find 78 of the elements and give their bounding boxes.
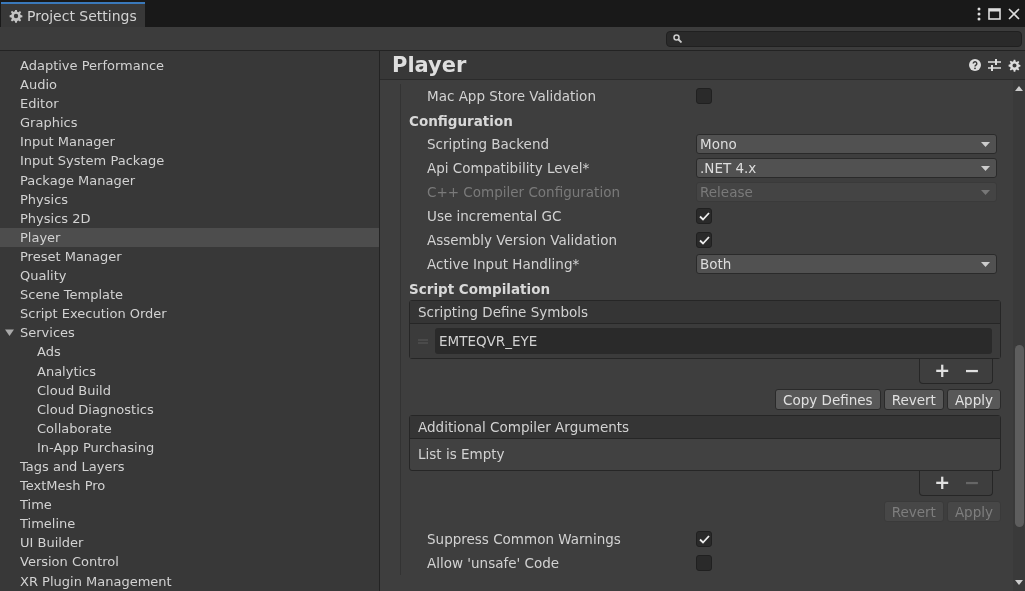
- sidebar-item[interactable]: In-App Purchasing: [0, 437, 379, 457]
- sidebar-item[interactable]: Graphics: [0, 113, 379, 133]
- sidebar-item[interactable]: XR Plugin Management: [0, 571, 379, 591]
- sidebar-item[interactable]: Physics: [0, 189, 379, 209]
- caret-icon: [981, 141, 990, 147]
- scroll-up-icon[interactable]: [1015, 86, 1023, 91]
- sidebar-item[interactable]: Analytics: [0, 361, 379, 381]
- sidebar-item[interactable]: Ads: [0, 342, 379, 362]
- button[interactable]: Apply: [946, 389, 1001, 410]
- field-label: Scripting Backend: [426, 136, 551, 152]
- sidebar-item[interactable]: Time: [0, 495, 379, 515]
- sidebar-item[interactable]: Services: [0, 323, 379, 343]
- dropdown[interactable]: .NET 4.x: [696, 158, 997, 178]
- sidebar-item[interactable]: Input System Package: [0, 151, 379, 171]
- panel-title: Player: [392, 53, 467, 77]
- add-button[interactable]: +: [934, 471, 951, 493]
- caret-icon: [981, 189, 990, 195]
- sidebar-item[interactable]: Version Control: [0, 552, 379, 572]
- section-heading: Configuration: [409, 112, 514, 131]
- dropdown[interactable]: Both: [696, 254, 997, 274]
- search-icon: [673, 34, 682, 43]
- sidebar-item[interactable]: Input Manager: [0, 132, 379, 152]
- sidebar-item[interactable]: Adaptive Performance: [0, 56, 379, 76]
- sidebar-item[interactable]: Tags and Layers: [0, 456, 379, 477]
- sidebar-item[interactable]: Collaborate: [0, 418, 379, 438]
- more-icon[interactable]: [977, 6, 981, 21]
- checkbox[interactable]: [696, 232, 712, 248]
- scrollbar[interactable]: [1013, 80, 1025, 591]
- checkbox[interactable]: [696, 555, 712, 571]
- close-icon[interactable]: [1008, 7, 1020, 20]
- checkbox[interactable]: [696, 88, 712, 104]
- field-label: Suppress Common Warnings: [426, 531, 622, 547]
- sidebar-item[interactable]: Scene Template: [0, 285, 379, 305]
- sidebar-item[interactable]: Physics 2D: [0, 208, 379, 228]
- gear-icon[interactable]: [1008, 58, 1021, 72]
- maximize-icon[interactable]: [988, 7, 1001, 20]
- sidebar-item[interactable]: Quality: [0, 266, 379, 286]
- button[interactable]: Revert: [883, 389, 944, 410]
- sidebar-item[interactable]: Player: [0, 227, 379, 247]
- field-label: Assembly Version Validation: [426, 232, 618, 248]
- field-label: C++ Compiler Configuration: [426, 184, 621, 200]
- field-label: Api Compatibility Level*: [426, 160, 591, 176]
- sidebar-item[interactable]: Script Execution Order: [0, 304, 379, 324]
- field-label: Allow 'unsafe' Code: [426, 555, 561, 571]
- sidebar-item[interactable]: UI Builder: [0, 533, 379, 553]
- dropdown[interactable]: Mono: [696, 134, 997, 154]
- button[interactable]: Copy Defines: [775, 389, 881, 410]
- caret-icon: [981, 261, 990, 267]
- scroll-thumb[interactable]: [1014, 345, 1024, 527]
- text-field[interactable]: EMTEQVR_EYE: [435, 328, 992, 354]
- caret-icon: [981, 165, 990, 171]
- sidebar-item[interactable]: Audio: [0, 75, 379, 95]
- sidebar-item[interactable]: Preset Manager: [0, 246, 379, 267]
- window-tab[interactable]: Project Settings: [1, 2, 145, 27]
- field-label: Active Input Handling*: [426, 256, 581, 272]
- help-icon[interactable]: [969, 59, 981, 71]
- expanded-arrow-icon[interactable]: [5, 328, 14, 338]
- remove-button[interactable]: −: [964, 359, 980, 381]
- sidebar-item[interactable]: Cloud Build: [0, 380, 379, 400]
- search-field[interactable]: [666, 30, 1022, 47]
- sidebar-item[interactable]: Cloud Diagnostics: [0, 399, 379, 419]
- list-header: Additional Compiler Arguments: [410, 416, 1000, 439]
- field-label: Mac App Store Validation: [426, 88, 597, 104]
- sidebar-item[interactable]: Editor: [0, 94, 379, 114]
- scroll-down-icon[interactable]: [1015, 580, 1023, 585]
- sidebar-item[interactable]: Timeline: [0, 514, 379, 534]
- window-title: Project Settings: [27, 7, 137, 24]
- sliders-icon[interactable]: [988, 59, 1001, 71]
- section-heading: Script Compilation: [409, 280, 552, 299]
- checkbox[interactable]: [696, 531, 712, 547]
- sidebar-item[interactable]: TextMesh Pro: [0, 476, 379, 496]
- checkbox[interactable]: [696, 208, 712, 224]
- gear-icon: [9, 8, 23, 23]
- add-button[interactable]: +: [934, 359, 951, 381]
- sidebar-item[interactable]: Package Manager: [0, 170, 379, 190]
- field-label: Use incremental GC: [426, 208, 563, 224]
- list-header: Scripting Define Symbols: [410, 301, 1000, 324]
- empty-list-text: List is Empty: [417, 445, 506, 464]
